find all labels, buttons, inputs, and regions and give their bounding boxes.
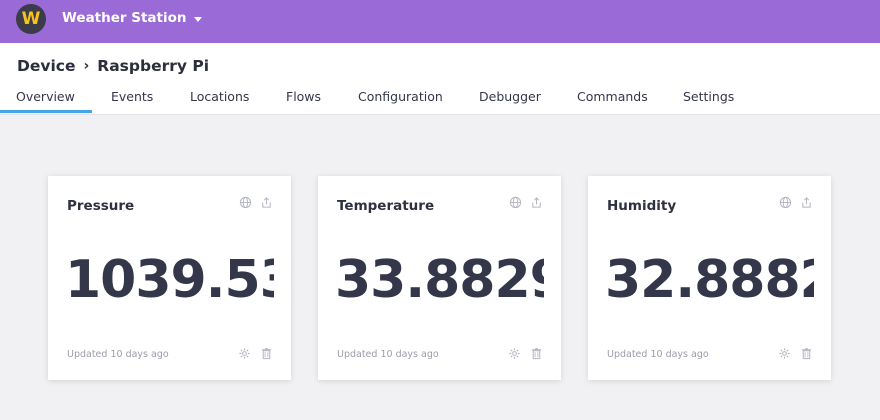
logo-letter: W	[21, 9, 41, 29]
tab-events[interactable]: Events	[111, 89, 153, 104]
tab-configuration[interactable]: Configuration	[358, 89, 443, 104]
gear-icon[interactable]	[508, 347, 521, 360]
card-updated: Updated 10 days ago	[337, 349, 439, 360]
card-updated: Updated 10 days ago	[67, 349, 169, 360]
temperature-card: Temperature 33.8829 Updated 10 days ago	[318, 176, 561, 380]
trash-icon[interactable]	[260, 347, 273, 360]
trash-icon[interactable]	[800, 347, 813, 360]
app-switcher[interactable]: Weather Station	[62, 10, 202, 26]
breadcrumb: Device › Raspberry Pi	[17, 57, 209, 75]
gear-icon[interactable]	[238, 347, 251, 360]
breadcrumb-separator: ›	[83, 58, 90, 74]
tab-settings[interactable]: Settings	[683, 89, 734, 104]
tab-commands[interactable]: Commands	[577, 89, 648, 104]
chevron-down-icon	[193, 16, 202, 22]
card-value: 33.8829	[335, 250, 544, 310]
app-logo[interactable]: W	[16, 4, 46, 34]
app-title: Weather Station	[62, 10, 187, 26]
device-header: Device › Raspberry Pi Overview Events Lo…	[0, 43, 880, 115]
tab-debugger[interactable]: Debugger	[479, 89, 541, 104]
card-updated: Updated 10 days ago	[607, 349, 709, 360]
top-bar: W Weather Station	[0, 0, 880, 43]
card-value: 1039.53	[65, 250, 274, 310]
humidity-card: Humidity 32.8882 Updated 10 days ago	[588, 176, 831, 380]
breadcrumb-parent[interactable]: Device	[17, 57, 76, 75]
tab-flows[interactable]: Flows	[286, 89, 321, 104]
tab-locations[interactable]: Locations	[190, 89, 249, 104]
gear-icon[interactable]	[778, 347, 791, 360]
trash-icon[interactable]	[530, 347, 543, 360]
breadcrumb-current: Raspberry Pi	[97, 57, 210, 75]
tab-overview[interactable]: Overview	[16, 89, 75, 104]
active-tab-indicator	[0, 110, 92, 113]
card-value: 32.8882	[605, 250, 814, 310]
pressure-card: Pressure 1039.53 Updated 10 days ago	[48, 176, 291, 380]
tab-bar: Overview Events Locations Flows Configur…	[0, 87, 880, 115]
